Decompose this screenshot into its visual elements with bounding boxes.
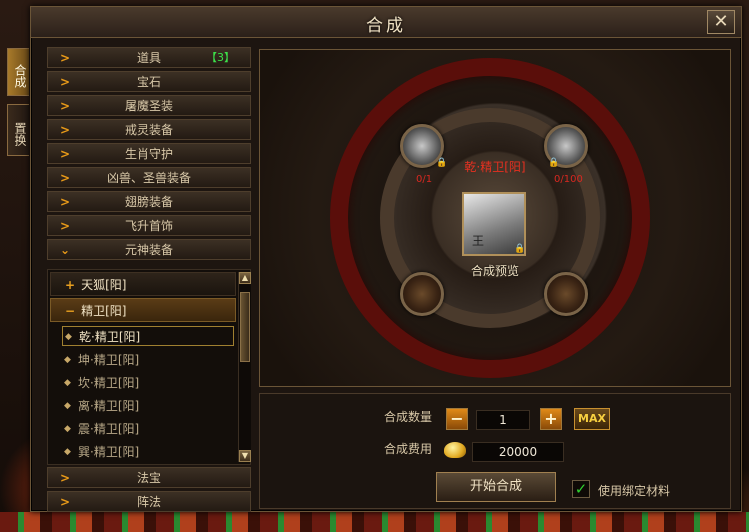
chevron-right-icon: >: [60, 171, 71, 185]
chevron-right-icon: >: [60, 51, 71, 65]
list-item[interactable]: ◆ 震·精卫[阳]: [62, 419, 234, 439]
result-item-slot[interactable]: 王 🔒: [462, 192, 526, 256]
lock-icon: 🔒: [436, 158, 448, 168]
chevron-right-icon: >: [60, 471, 71, 485]
synthesis-window: 合成 ✕ > 道具 【3】 > 宝石 > 屠魔圣装 > 戒灵装备 > 生肖守护 …: [30, 6, 742, 512]
material-count: 0/100: [554, 174, 583, 185]
lock-icon: 🔒: [514, 244, 526, 254]
category-zodiac[interactable]: > 生肖守护: [47, 143, 251, 164]
subcategory-label: 天狐[阳]: [81, 278, 127, 292]
subcategory-panel: + 天狐[阳] − 精卫[阳] ◆ 乾·精卫[阳] ◆ 坤·精卫[阳] ◆ 坎·精卫[阳]…: [47, 269, 251, 465]
diamond-icon: ◆: [64, 424, 71, 434]
item-label: 震·精卫[阳]: [78, 422, 140, 436]
tab-synthesis[interactable]: 合成: [7, 48, 29, 96]
scroll-thumb[interactable]: [240, 292, 250, 362]
category-beast-gear[interactable]: > 凶兽、圣兽装备: [47, 167, 251, 188]
lock-icon: 🔒: [548, 158, 560, 168]
subcategory-tianhu[interactable]: + 天狐[阳]: [50, 272, 236, 296]
category-gems[interactable]: > 宝石: [47, 71, 251, 92]
start-synthesis-button[interactable]: 开始合成: [436, 472, 556, 502]
category-label: 翅膀装备: [124, 195, 173, 209]
item-label: 坎·精卫[阳]: [78, 376, 140, 390]
diamond-icon: ◆: [64, 401, 71, 411]
chevron-right-icon: >: [60, 75, 71, 89]
category-label: 道具: [136, 51, 161, 65]
gold-ingot-icon: [444, 442, 466, 458]
scroll-down-icon[interactable]: ▼: [239, 450, 251, 462]
item-label: 离·精卫[阳]: [78, 399, 140, 413]
category-ring-spirit[interactable]: > 戒灵装备: [47, 119, 251, 140]
list-item[interactable]: ◆ 坎·精卫[阳]: [62, 373, 234, 393]
scrollbar[interactable]: ▲ ▼: [238, 272, 251, 462]
empty-slot-left[interactable]: [400, 272, 444, 316]
category-label: 法宝: [136, 471, 161, 485]
category-label: 阵法: [136, 495, 161, 509]
category-label: 戒灵装备: [124, 123, 173, 137]
category-props[interactable]: > 道具 【3】: [47, 47, 251, 68]
cost-label: 合成费用: [384, 442, 433, 456]
category-wings[interactable]: > 翅膀装备: [47, 191, 251, 212]
category-label: 元神装备: [124, 243, 173, 257]
chevron-right-icon: >: [60, 123, 71, 137]
synthesis-area: 🔒 0/1 🔒 0/100 乾·精卫[阳] 王 🔒 合成预览: [259, 49, 731, 387]
category-ascension-jewelry[interactable]: > 飞升首饰: [47, 215, 251, 236]
category-list: > 道具 【3】 > 宝石 > 屠魔圣装 > 戒灵装备 > 生肖守护 > 凶兽、…: [45, 47, 253, 515]
chevron-right-icon: >: [60, 147, 71, 161]
category-label: 凶兽、圣兽装备: [106, 171, 191, 185]
item-label: 坤·精卫[阳]: [78, 353, 140, 367]
category-spirit-gear[interactable]: ⌄ 元神装备: [47, 239, 251, 260]
decrease-button[interactable]: −: [446, 408, 468, 430]
chevron-down-icon: ⌄: [60, 243, 71, 257]
chevron-right-icon: >: [60, 495, 71, 509]
chevron-right-icon: >: [60, 99, 71, 113]
quantity-label: 合成数量: [384, 410, 433, 424]
category-label: 屠魔圣装: [124, 99, 173, 113]
category-label: 宝石: [136, 75, 161, 89]
bind-material-checkbox[interactable]: ✓: [572, 480, 590, 498]
list-item[interactable]: ◆ 乾·精卫[阳]: [62, 326, 234, 346]
bind-material-label: 使用绑定材料: [598, 484, 671, 498]
tab-replace[interactable]: 置换: [7, 104, 29, 156]
category-demon-slayer[interactable]: > 屠魔圣装: [47, 95, 251, 116]
diamond-icon: ◆: [64, 447, 71, 457]
preview-label: 合成预览: [470, 264, 519, 278]
collapse-icon: −: [65, 304, 76, 318]
diamond-icon: ◆: [65, 332, 72, 342]
category-treasure[interactable]: > 法宝: [47, 467, 251, 488]
scroll-up-icon[interactable]: ▲: [239, 272, 251, 284]
item-label: 巽·精卫[阳]: [78, 445, 140, 459]
quantity-input[interactable]: 1: [476, 410, 530, 430]
increase-button[interactable]: +: [540, 408, 562, 430]
empty-slot-right[interactable]: [544, 272, 588, 316]
cost-value: 20000: [472, 442, 564, 462]
list-item[interactable]: ◆ 坤·精卫[阳]: [62, 350, 234, 370]
category-formation[interactable]: > 阵法: [47, 491, 251, 512]
title-bar: 合成 ✕: [31, 7, 741, 38]
max-button[interactable]: MAX: [574, 408, 610, 430]
background-decoration: [0, 512, 749, 532]
window-title: 合成: [366, 16, 406, 36]
category-label: 生肖守护: [124, 147, 173, 161]
category-label: 飞升首饰: [124, 219, 173, 233]
chevron-right-icon: >: [60, 219, 71, 233]
item-glyph: 王: [472, 234, 485, 248]
target-item-name: 乾·精卫[阳]: [464, 160, 526, 174]
control-panel: 合成数量 − 1 + MAX 合成费用 20000 开始合成 ✓ 使用绑定材料: [259, 393, 731, 509]
list-item[interactable]: ◆ 离·精卫[阳]: [62, 396, 234, 416]
close-icon[interactable]: ✕: [707, 10, 735, 34]
material-count: 0/1: [416, 174, 433, 185]
diamond-icon: ◆: [64, 355, 71, 365]
expand-icon: +: [65, 278, 76, 292]
list-item[interactable]: ◆ 巽·精卫[阳]: [62, 442, 234, 462]
subcategory-jingwei[interactable]: − 精卫[阳]: [50, 298, 236, 322]
subcategory-label: 精卫[阳]: [81, 304, 127, 318]
chevron-right-icon: >: [60, 195, 71, 209]
item-label: 乾·精卫[阳]: [79, 330, 141, 344]
diamond-icon: ◆: [64, 378, 71, 388]
count-badge: 【3】: [206, 51, 235, 64]
